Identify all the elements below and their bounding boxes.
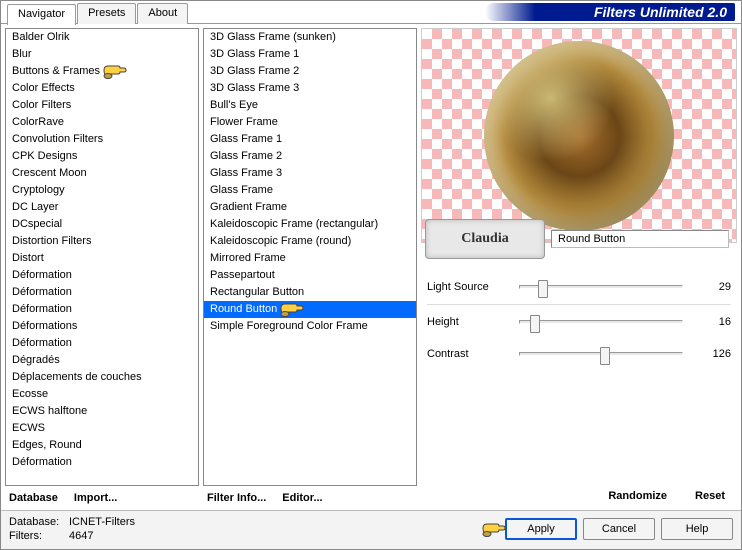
filter-item[interactable]: 3D Glass Frame 1 [204,46,416,63]
category-item[interactable]: Déformation [6,454,198,471]
category-item[interactable]: Distortion Filters [6,233,198,250]
slider-thumb[interactable] [600,347,610,365]
filter-item[interactable]: 3D Glass Frame 2 [204,63,416,80]
filter-list[interactable]: 3D Glass Frame (sunken)3D Glass Frame 13… [203,28,417,486]
status-bar: Database:ICNET-Filters Filters:4647 [9,515,135,543]
category-item[interactable]: Ecosse [6,386,198,403]
param-slider[interactable] [519,285,683,289]
database-button[interactable]: Database [9,492,58,504]
category-item[interactable]: Cryptology [6,182,198,199]
category-item[interactable]: Color Effects [6,80,198,97]
param-value: 126 [691,348,731,360]
category-item[interactable]: Distort [6,250,198,267]
filter-item[interactable]: Bull's Eye [204,97,416,114]
param-slider[interactable] [519,320,683,324]
param-label: Contrast [427,348,511,360]
tab-presets[interactable]: Presets [77,3,136,24]
import-button[interactable]: Import... [74,492,117,504]
cancel-button[interactable]: Cancel [583,518,655,540]
parameters-panel: Light Source 29 Height 16 Contrast 126 [421,263,737,484]
filter-item[interactable]: Kaleidoscopic Frame (rectangular) [204,216,416,233]
category-item[interactable]: Dégradés [6,352,198,369]
param-value: 29 [691,281,731,293]
tab-navigator[interactable]: Navigator [7,4,76,25]
filter-item[interactable]: Glass Frame 2 [204,148,416,165]
finger-icon [481,522,505,536]
category-item[interactable]: Convolution Filters [6,131,198,148]
tabs: Navigator Presets About [1,1,189,24]
category-item[interactable]: Color Filters [6,97,198,114]
category-item[interactable]: Buttons & Frames [6,63,198,80]
category-item[interactable]: Déformation [6,267,198,284]
param-row: Contrast 126 [427,338,731,370]
filter-item[interactable]: 3D Glass Frame 3 [204,80,416,97]
category-item[interactable]: Crescent Moon [6,165,198,182]
category-item[interactable]: Déformation [6,335,198,352]
category-item[interactable]: Déformation [6,284,198,301]
filter-item[interactable]: Round Button [204,301,416,318]
param-value: 16 [691,316,731,328]
filter-info-button[interactable]: Filter Info... [207,492,266,504]
filter-item[interactable]: Glass Frame 3 [204,165,416,182]
filter-item[interactable]: Kaleidoscopic Frame (round) [204,233,416,250]
editor-button[interactable]: Editor... [282,492,322,504]
filter-item[interactable]: Gradient Frame [204,199,416,216]
category-item[interactable]: Edges, Round [6,437,198,454]
preview [421,28,737,243]
finger-icon [279,302,303,316]
category-item[interactable]: Déplacements de couches [6,369,198,386]
apply-button[interactable]: Apply [505,518,577,540]
filter-item[interactable]: Flower Frame [204,114,416,131]
filter-item[interactable]: Rectangular Button [204,284,416,301]
param-row: Light Source 29 [427,271,731,303]
finger-icon [102,64,126,78]
filter-item[interactable]: Glass Frame 1 [204,131,416,148]
randomize-button[interactable]: Randomize [608,490,667,502]
category-item[interactable]: CPK Designs [6,148,198,165]
help-button[interactable]: Help [661,518,733,540]
app-title: Filters Unlimited 2.0 [485,3,735,21]
category-list[interactable]: Balder OlrikBlurButtons & FramesColor Ef… [5,28,199,486]
param-label: Height [427,316,511,328]
filter-item[interactable]: Simple Foreground Color Frame [204,318,416,335]
filter-name-label: Round Button [551,230,729,248]
slider-thumb[interactable] [530,315,540,333]
param-label: Light Source [427,281,511,293]
tab-about[interactable]: About [137,3,188,24]
category-item[interactable]: Balder Olrik [6,29,198,46]
category-item[interactable]: ECWS halftone [6,403,198,420]
filter-item[interactable]: Passepartout [204,267,416,284]
category-item[interactable]: DCspecial [6,216,198,233]
category-item[interactable]: ColorRave [6,114,198,131]
filter-item[interactable]: Mirrored Frame [204,250,416,267]
slider-thumb[interactable] [538,280,548,298]
preview-sphere [484,41,674,231]
category-item[interactable]: Déformations [6,318,198,335]
param-slider[interactable] [519,352,683,356]
category-item[interactable]: DC Layer [6,199,198,216]
category-item[interactable]: Déformation [6,301,198,318]
param-row: Height 16 [427,306,731,338]
category-item[interactable]: ECWS [6,420,198,437]
reset-button[interactable]: Reset [695,490,725,502]
filter-item[interactable]: 3D Glass Frame (sunken) [204,29,416,46]
watermark-badge: Claudia [425,219,545,259]
filter-item[interactable]: Glass Frame [204,182,416,199]
